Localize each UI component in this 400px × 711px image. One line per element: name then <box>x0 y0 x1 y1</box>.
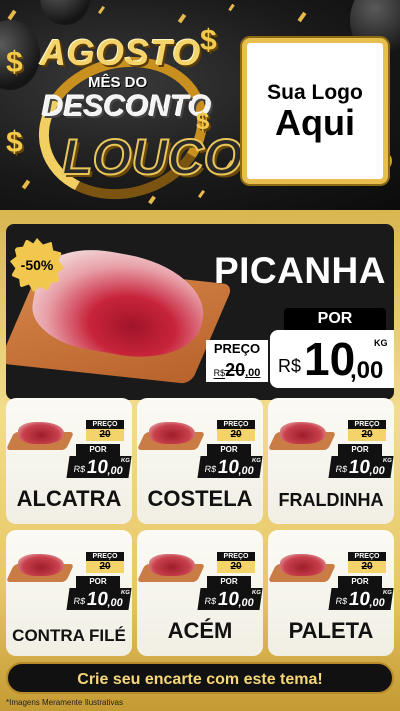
price-unit: KG <box>382 590 393 596</box>
old-price: 20 <box>217 429 255 441</box>
new-price-label: POR <box>76 444 120 456</box>
product-image <box>18 422 64 444</box>
product-card-alcatra[interactable]: PREÇO 20 POR R$ 10 ,00 KG ALCATRA <box>6 398 132 524</box>
price-currency: R$ <box>73 596 86 606</box>
price-decimal: ,00 <box>106 597 124 609</box>
old-price-int: 20 <box>225 360 246 380</box>
new-price-label: POR <box>76 576 120 588</box>
logo-line-1: Sua Logo <box>267 80 363 104</box>
featured-product-name: PICANHA <box>213 250 386 291</box>
product-name: PALETA <box>288 618 374 643</box>
product-card-contra-file[interactable]: PREÇO 20 POR R$ 10 ,00 KG CONTRA FILÉ <box>6 530 132 656</box>
confetti <box>228 3 235 12</box>
product-image <box>149 422 195 444</box>
offers-area: -50% PICANHA PREÇO R$20,00 POR R$ 10 ,00… <box>0 210 400 711</box>
price-unit: KG <box>251 458 262 464</box>
price-currency: R$ <box>335 596 348 606</box>
old-price: 20 <box>217 561 255 573</box>
old-price-currency: R$ <box>213 368 226 378</box>
old-price-label: PREÇO <box>86 420 124 429</box>
product-image <box>280 422 326 444</box>
title-desconto: DESCONTO <box>42 90 212 123</box>
product-card-costela[interactable]: PREÇO 20 POR R$ 10 ,00 KG COSTELA <box>137 398 263 524</box>
new-price: R$ 10 ,00 KG <box>197 456 263 478</box>
confetti <box>97 5 106 15</box>
product-name: CONTRA FILÉ <box>12 626 126 645</box>
old-price-label: PREÇO <box>86 552 124 561</box>
new-price-label: POR <box>338 444 382 456</box>
price-decimal: ,00 <box>237 597 255 609</box>
old-price-dec: ,00 <box>245 367 261 379</box>
price-decimal: ,00 <box>350 357 384 384</box>
logo-placeholder[interactable]: Sua Logo Aqui <box>242 38 388 184</box>
title-agosto: AGOSTO <box>40 32 202 73</box>
price-decimal: ,00 <box>106 465 124 477</box>
old-price: 20 <box>348 561 386 573</box>
price-unit: KG <box>251 590 262 596</box>
create-flyer-button[interactable]: Crie seu encarte com este tema! <box>6 662 394 694</box>
price-currency: R$ <box>204 596 217 606</box>
product-name: COSTELA <box>147 486 253 511</box>
dollar-icon: $ <box>200 24 217 57</box>
new-price: R$ 10 ,00 KG <box>328 588 394 610</box>
title-louco: LOUCO <box>61 128 244 186</box>
confetti <box>297 11 307 23</box>
new-price-label: POR <box>207 444 251 456</box>
new-price-label: POR <box>207 576 251 588</box>
price-unit: KG <box>120 458 131 464</box>
black-balloon-icon <box>40 0 90 25</box>
price-currency: R$ <box>73 464 86 474</box>
dollar-icon: $ <box>6 126 23 159</box>
price-unit: KG <box>120 590 131 596</box>
product-image <box>280 554 326 576</box>
product-card-acem[interactable]: PREÇO 20 POR R$ 10 ,00 KG ACÉM <box>137 530 263 656</box>
dollar-icon: $ <box>6 46 23 79</box>
new-price: R$ 10 ,00 KG <box>328 456 394 478</box>
price-unit: KG <box>374 338 388 348</box>
price-decimal: ,00 <box>368 597 386 609</box>
old-price-label: PREÇO <box>348 552 386 561</box>
new-price-label: POR <box>338 576 382 588</box>
old-price-label: PREÇO <box>217 420 255 429</box>
price-currency: R$ <box>204 464 217 474</box>
old-price: R$20,00 <box>206 358 268 382</box>
old-price-label: PREÇO <box>348 420 386 429</box>
product-card-paleta[interactable]: PREÇO 20 POR R$ 10 ,00 KG PALETA <box>268 530 394 656</box>
disclaimer: *Imagens Meramente Ilustrativas <box>6 698 123 707</box>
new-price: R$ 10 ,00 KG <box>66 588 132 610</box>
new-price: R$ 10 ,00 KG <box>197 588 263 610</box>
logo-line-2: Aqui <box>275 101 355 143</box>
product-card-fraldinha[interactable]: PREÇO 20 POR R$ 10 ,00 KG FRALDINHA <box>268 398 394 524</box>
new-price-label: POR <box>284 308 386 330</box>
dollar-icon: $ <box>196 108 210 135</box>
price-integer: 10 <box>304 333 356 385</box>
price-currency: R$ <box>335 464 348 474</box>
product-name: ACÉM <box>167 618 233 643</box>
new-price: R$ 10 ,00 KG <box>270 330 394 388</box>
promo-header: AGOSTO MÊS DO DESCONTO LOUCO $ $ $ $ Sua… <box>0 0 400 210</box>
old-price-label: PREÇO <box>206 340 268 358</box>
new-price: R$ 10 ,00 KG <box>66 456 132 478</box>
title-mes-do: MÊS DO <box>88 74 148 91</box>
old-price-label: PREÇO <box>217 552 255 561</box>
old-price: 20 <box>86 429 124 441</box>
price-decimal: ,00 <box>237 465 255 477</box>
confetti <box>177 13 187 24</box>
price-decimal: ,00 <box>368 465 386 477</box>
product-name: FRALDINHA <box>278 490 384 510</box>
price-currency: R$ <box>278 356 302 376</box>
product-name: ALCATRA <box>16 486 122 511</box>
old-price: 20 <box>86 561 124 573</box>
product-image <box>18 554 64 576</box>
product-image <box>149 554 195 576</box>
featured-product-card[interactable]: -50% PICANHA PREÇO R$20,00 POR R$ 10 ,00… <box>6 224 394 400</box>
old-price: 20 <box>348 429 386 441</box>
price-unit: KG <box>382 458 393 464</box>
confetti <box>7 9 17 21</box>
